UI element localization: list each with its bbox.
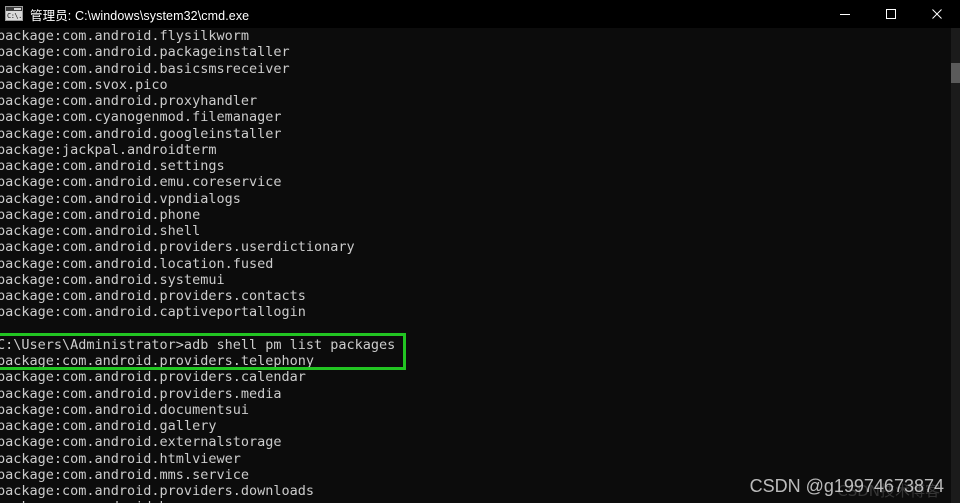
console-line: package:com.android.externalstorage: [0, 434, 282, 451]
window-title: 管理员: C:\windows\system32\cmd.exe: [30, 8, 250, 23]
console-line: package:com.android.shell: [0, 223, 201, 239]
console-line: package:com.android.vpndialogs: [0, 190, 241, 207]
console-line: package:com.cyanogenmod.filemanager: [0, 109, 282, 126]
console-line: package:com.android.phone: [0, 206, 201, 223]
console-line: package:com.android.captiveportallogin: [0, 304, 306, 321]
console-line: package:com.android.gallery: [0, 418, 217, 434]
maximize-icon: [886, 9, 896, 19]
cmd-icon-prompt-text: C:\.: [7, 12, 22, 20]
console-line: C:\Users\Administrator>adb shell pm list…: [0, 336, 396, 353]
console-line: package:com.android.googleinstaller: [0, 125, 282, 142]
console-line: package:com.android.flysilkworm: [0, 28, 249, 44]
console-line: package:com.android.mms.service: [0, 466, 249, 483]
console-line: package:com.svox.pico: [0, 76, 168, 93]
minimize-icon: [840, 14, 850, 15]
console-line: package:com.android.documentsui: [0, 401, 249, 418]
maximize-button[interactable]: [868, 0, 914, 28]
console-line: package:com.android.packageinstaller: [0, 44, 290, 61]
console-line: package:com.android.providers.downloads: [0, 483, 314, 499]
console-line: package:com.android.basicsmsreceiver: [0, 60, 290, 77]
vertical-scrollbar[interactable]: [951, 28, 960, 503]
console-text-buffer: package:com.android.flysilkworm package:c…: [0, 28, 395, 503]
close-button[interactable]: [914, 0, 960, 28]
console-line: package:com.android.providers.contacts: [0, 288, 306, 304]
console-line: package:com.android.providers.telephony: [0, 353, 314, 369]
console-output-area[interactable]: package:com.android.flysilkworm package:c…: [0, 28, 960, 503]
cmd-window: C:\. 管理员: C:\windows\system32\cmd.exe pa…: [0, 0, 960, 503]
cmd-console-icon: C:\.: [5, 6, 23, 22]
console-line: package:com.android.systemui: [0, 271, 225, 288]
console-line: package:com.android.providers.userdictio…: [0, 239, 355, 256]
console-line: package:com.android.emu.coreservice: [0, 174, 282, 191]
console-line: package:jackpal.androidterm: [0, 141, 217, 158]
console-line: package:com.android.htmlviewer: [0, 450, 241, 467]
scrollbar-thumb[interactable]: [951, 63, 960, 83]
console-line: package:com.android.providers.media: [0, 385, 282, 402]
console-line: package:com.android.browser: [0, 499, 395, 503]
console-line: package:com.android.proxyhandler: [0, 93, 258, 109]
window-titlebar[interactable]: C:\. 管理员: C:\windows\system32\cmd.exe: [0, 0, 960, 28]
console-line: package:com.android.location.fused: [0, 255, 274, 272]
console-line: package:com.android.providers.calendar: [0, 369, 306, 386]
minimize-button[interactable]: [822, 0, 868, 28]
window-controls: [822, 0, 960, 28]
close-icon: [932, 9, 942, 19]
console-line: package:com.android.settings: [0, 158, 225, 174]
